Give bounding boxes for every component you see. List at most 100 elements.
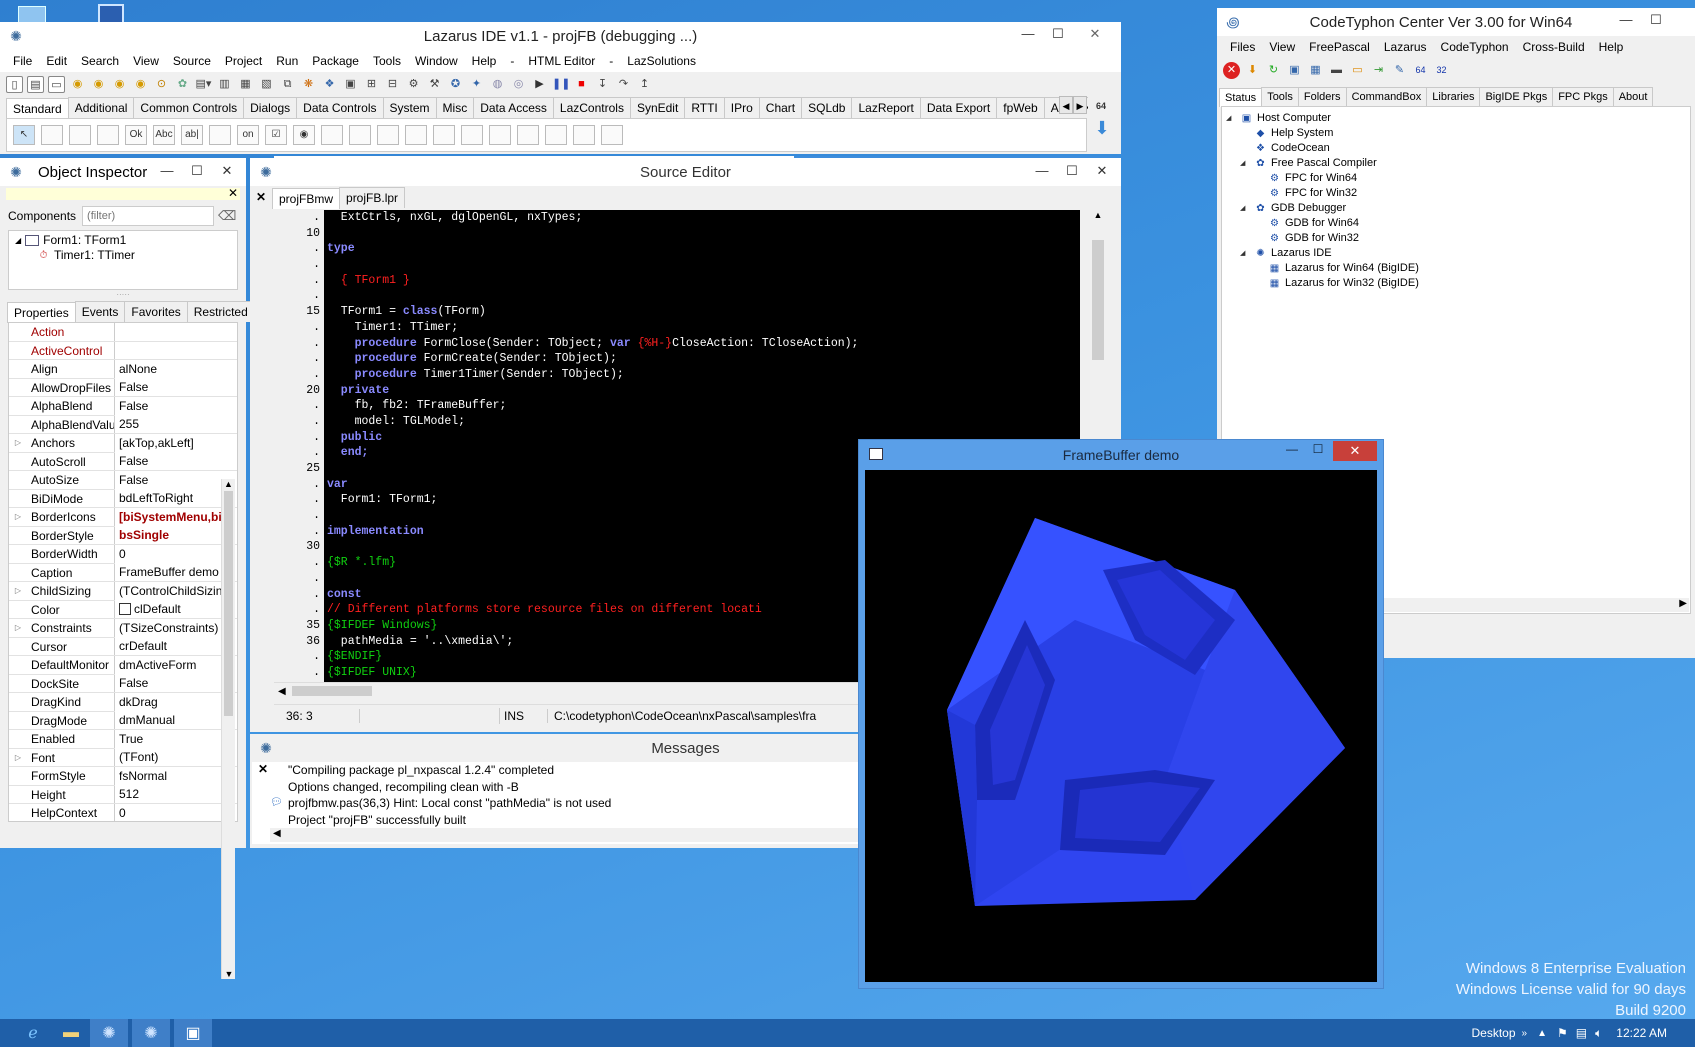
inspector-minimize-button[interactable]: — bbox=[152, 161, 182, 181]
close-file-icon[interactable]: ▧ bbox=[258, 76, 275, 93]
ct-tree-item[interactable]: ◢ ✿ Free Pascal Compiler bbox=[1226, 156, 1686, 171]
hint-close-icon[interactable]: ✕ bbox=[228, 186, 238, 200]
desktop-toolbar-label[interactable]: Desktop bbox=[1471, 1026, 1515, 1040]
ct-lazarus64-icon[interactable]: 64 bbox=[1412, 62, 1429, 79]
property-value-cell[interactable]: [biSystemMenu,biM bbox=[115, 507, 237, 526]
property-row[interactable]: Action bbox=[9, 323, 237, 342]
editor-minimize-button[interactable]: — bbox=[1027, 161, 1057, 181]
selection-pointer-icon[interactable]: ↖ bbox=[13, 125, 35, 145]
message-item[interactable]: 💬︎ projfbmw.pas(36,3) Hint: Local const "… bbox=[270, 795, 611, 812]
palette-component-7[interactable]: on bbox=[237, 125, 259, 145]
expand-icon[interactable]: ▷ bbox=[9, 586, 27, 595]
property-value-cell[interactable]: (TControlChildSizing bbox=[115, 581, 237, 600]
ct-stop-icon[interactable]: ✕ bbox=[1223, 61, 1240, 79]
property-row[interactable]: ▷ Font (TFont) bbox=[9, 748, 237, 767]
palette-component-16[interactable] bbox=[489, 125, 511, 145]
palette-component-19[interactable] bbox=[573, 125, 595, 145]
palette-tab-0[interactable]: Standard bbox=[6, 98, 69, 118]
open-folder-icon[interactable]: ◉ bbox=[111, 76, 128, 93]
palette-component-3[interactable]: Ok bbox=[125, 125, 147, 145]
palette-tab-4[interactable]: Data Controls bbox=[296, 97, 384, 118]
inspector-tab-0[interactable]: Properties bbox=[7, 302, 76, 323]
minimize-button[interactable]: — bbox=[1013, 24, 1043, 44]
open-file-icon[interactable]: ◉ bbox=[90, 76, 107, 93]
desktop-icon-computer[interactable] bbox=[98, 4, 124, 24]
step-into-icon[interactable]: ↧ bbox=[594, 76, 611, 93]
ct-tree-item[interactable]: ⚙ FPC for Win32 bbox=[1226, 186, 1686, 201]
palette-component-15[interactable] bbox=[461, 125, 483, 145]
palette-component-2[interactable] bbox=[97, 125, 119, 145]
internet-explorer-icon[interactable]: ℯ bbox=[14, 1019, 52, 1047]
property-row[interactable]: BorderWidth 0 bbox=[9, 544, 237, 564]
palette-tab-15[interactable]: Data Export bbox=[919, 97, 998, 118]
menu-item-3[interactable]: View bbox=[126, 54, 166, 68]
build-mode-icon[interactable]: ✪ bbox=[447, 76, 464, 93]
ct-clean-icon[interactable]: ✎ bbox=[1391, 62, 1408, 79]
ct-tree-item[interactable]: ◢ ▣ Host Computer bbox=[1226, 111, 1686, 126]
tree-form1[interactable]: ◢ Form1: TForm1 bbox=[15, 233, 231, 248]
property-value-cell[interactable]: FrameBuffer demo bbox=[115, 563, 237, 582]
lazarus-taskbar-icon[interactable]: ✺ bbox=[132, 1019, 170, 1047]
property-value-cell[interactable]: False bbox=[115, 378, 237, 397]
editor-close-button[interactable]: ✕ bbox=[1087, 161, 1117, 181]
property-value-cell[interactable]: (TSizeConstraints) bbox=[115, 618, 237, 637]
palette-tab-12[interactable]: Chart bbox=[758, 97, 803, 118]
ct-tab-6[interactable]: FPC Pkgs bbox=[1552, 87, 1614, 106]
menu-item-6[interactable]: Run bbox=[269, 54, 305, 68]
inspector-maximize-button[interactable]: ☐ bbox=[182, 161, 212, 181]
property-row[interactable]: Height 512 bbox=[9, 785, 237, 804]
step-over-icon[interactable]: ↷ bbox=[615, 76, 632, 93]
ct-menu-item-3[interactable]: Lazarus bbox=[1377, 40, 1434, 54]
ct-tree-item[interactable]: ▦ Lazarus for Win32 (BigIDE) bbox=[1226, 276, 1686, 291]
property-row[interactable]: AlphaBlend False bbox=[9, 396, 237, 416]
property-row[interactable]: DockSite False bbox=[9, 674, 237, 693]
compile-icon[interactable]: ⚒ bbox=[426, 76, 443, 93]
property-row[interactable]: Caption FrameBuffer demo bbox=[9, 563, 237, 582]
close-button[interactable]: ✕ bbox=[1073, 24, 1117, 44]
tree-expander[interactable]: ◢ bbox=[1240, 246, 1250, 261]
palette-tab-5[interactable]: System bbox=[382, 97, 437, 118]
ct-menu-item-5[interactable]: Cross-Build bbox=[1516, 40, 1592, 54]
property-value-cell[interactable]: (TFont) bbox=[115, 748, 237, 767]
inspector-close-button[interactable]: ✕ bbox=[212, 161, 242, 181]
palette-component-13[interactable] bbox=[405, 125, 427, 145]
debug-icon[interactable]: ◍ bbox=[489, 76, 506, 93]
palette-component-0[interactable] bbox=[41, 125, 63, 145]
property-value-cell[interactable]: crDefault bbox=[115, 637, 237, 656]
property-row[interactable]: DragKind dkDrag bbox=[9, 692, 237, 712]
new-form-icon[interactable]: ▤ bbox=[27, 75, 44, 93]
property-grid-scrollbar[interactable]: ▲ ▼ bbox=[221, 479, 235, 979]
property-row[interactable]: ▷ BorderIcons [biSystemMenu,biM bbox=[9, 507, 237, 527]
property-row[interactable]: AllowDropFiles False bbox=[9, 378, 237, 397]
open-project-icon[interactable]: ◉ bbox=[69, 76, 86, 93]
expand-icon[interactable]: ▷ bbox=[9, 753, 27, 762]
save-icon[interactable]: ◉ bbox=[132, 76, 149, 93]
ct-build-icon[interactable]: ▣ bbox=[1286, 62, 1303, 79]
property-value-cell[interactable]: alNone bbox=[115, 359, 237, 378]
palette-arrow-icon[interactable]: ⬇ bbox=[1092, 118, 1112, 138]
ct-tree-item[interactable]: ⚙ FPC for Win64 bbox=[1226, 171, 1686, 186]
property-value-cell[interactable]: 0 bbox=[115, 803, 237, 821]
property-value-cell[interactable]: 255 bbox=[115, 415, 237, 434]
ct-terminal-icon[interactable]: ▬ bbox=[1328, 62, 1345, 79]
property-value-cell[interactable]: fsNormal bbox=[115, 766, 237, 785]
framebuffer-taskbar-icon[interactable]: ▣ bbox=[174, 1019, 212, 1047]
expand-icon[interactable]: ▷ bbox=[9, 438, 27, 447]
ct-exit-icon[interactable]: ⇥ bbox=[1370, 62, 1387, 79]
ct-tree-item[interactable]: ▦ Lazarus for Win64 (BigIDE) bbox=[1226, 261, 1686, 276]
codetyphon-taskbar-icon[interactable]: ✺ bbox=[90, 1019, 128, 1047]
property-value-cell[interactable]: dmManual bbox=[115, 711, 237, 730]
property-row[interactable]: BiDiMode bdLeftToRight bbox=[9, 489, 237, 508]
property-value-cell[interactable]: dmActiveForm bbox=[115, 655, 237, 674]
property-value-cell[interactable]: bsSingle bbox=[115, 526, 237, 545]
property-row[interactable]: HelpContext 0 bbox=[9, 803, 237, 821]
palette-tab-13[interactable]: SQLdb bbox=[801, 97, 853, 118]
ct-settings-icon[interactable]: ▦ bbox=[1307, 62, 1324, 79]
menu-item-2[interactable]: Search bbox=[74, 54, 126, 68]
new-unit-icon[interactable]: ▭ bbox=[48, 75, 65, 93]
build-dropdown-icon[interactable]: ✦ bbox=[468, 76, 485, 93]
tree-expander[interactable]: ◢ bbox=[1240, 156, 1250, 171]
ct-tab-0[interactable]: Status bbox=[1219, 88, 1263, 107]
ct-tab-2[interactable]: Folders bbox=[1297, 87, 1347, 106]
palette-component-9[interactable]: ◉ bbox=[293, 125, 315, 145]
